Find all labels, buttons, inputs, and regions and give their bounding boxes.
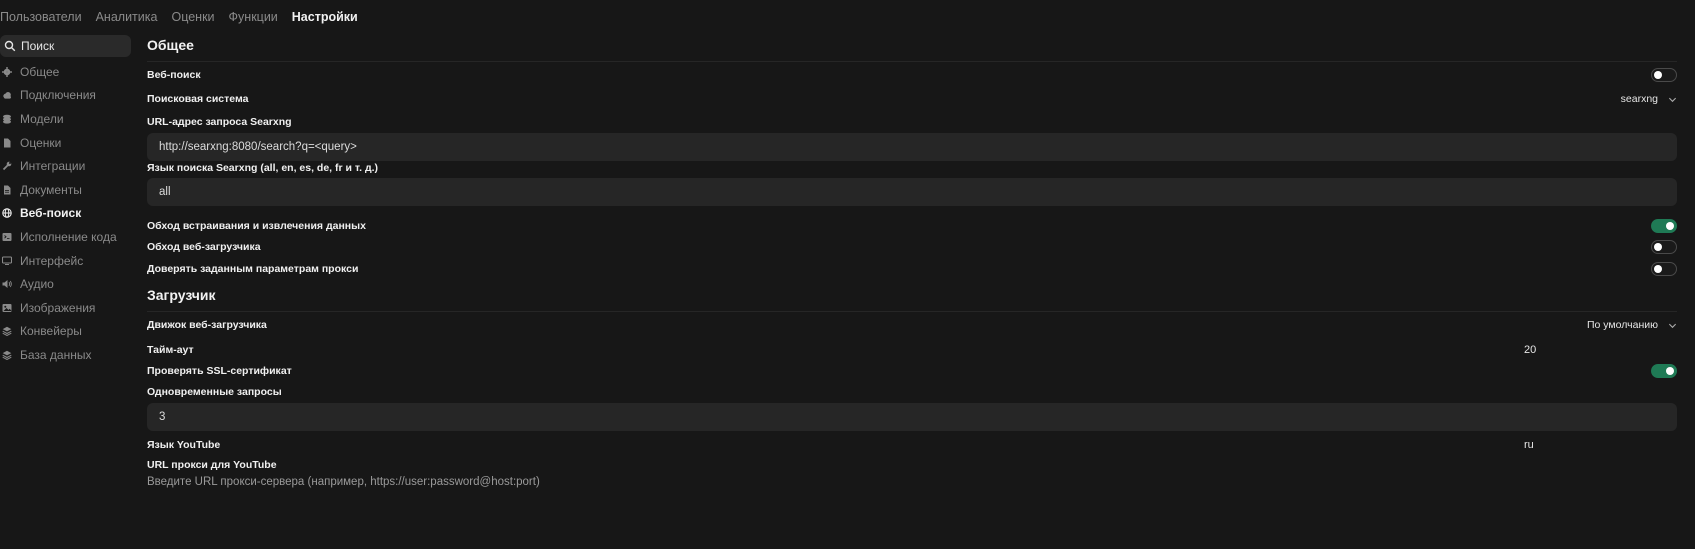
youtube-proxy-label: URL прокси для YouTube [147, 459, 277, 471]
sidebar-item-label: Интеграции [20, 159, 86, 174]
verify-ssl-toggle[interactable] [1651, 364, 1677, 378]
sidebar-item-label: Модели [20, 111, 64, 126]
sidebar-item-integrations[interactable]: Интеграции [0, 154, 131, 178]
gear-icon [2, 66, 12, 77]
bypass-loader-label: Обход веб-загрузчика [147, 241, 261, 253]
sidebar-search[interactable]: Поиск [0, 35, 131, 57]
loader-engine-select[interactable]: По умолчанию [1587, 319, 1677, 331]
web-search-row: Веб-поиск [147, 68, 1677, 82]
bypass-loader-row: Обход веб-загрузчика [147, 240, 1677, 254]
settings-sidebar: Поиск Общее Подключения Модели Оценки Ин… [0, 35, 131, 367]
sidebar-item-evaluations[interactable]: Оценки [0, 131, 131, 155]
toggle-knob [1666, 222, 1674, 230]
cube-stack-icon [2, 114, 12, 124]
image-icon [2, 303, 12, 313]
cloud-icon [2, 90, 12, 100]
monitor-icon [2, 255, 12, 266]
sidebar-item-label: Веб-поиск [20, 206, 82, 221]
search-icon [4, 40, 16, 52]
tab-evaluations[interactable]: Оценки [171, 10, 214, 24]
sidebar-item-label: Исполнение кода [20, 229, 117, 244]
sidebar-item-label: Конвейеры [20, 324, 82, 339]
bypass-loader-toggle[interactable] [1651, 240, 1677, 254]
web-search-settings: Общее Веб-поиск Поисковая система searxn… [147, 35, 1677, 488]
loader-engine-row: Движок веб-загрузчика По умолчанию [147, 318, 1677, 332]
searxng-url-input[interactable]: http://searxng:8080/search?q=<query> [147, 133, 1677, 161]
trust-proxy-label: Доверять заданным параметрам прокси [147, 263, 359, 275]
youtube-language-label: Язык YouTube [147, 439, 221, 451]
sidebar-item-models[interactable]: Модели [0, 107, 131, 131]
sidebar-item-web-search[interactable]: Веб-поиск [0, 202, 131, 226]
sidebar-item-label: Оценки [20, 135, 62, 150]
searxng-language-input[interactable]: all [147, 178, 1677, 206]
sidebar-item-label: Изображения [20, 300, 96, 315]
timeout-row: Тайм-аут 20 [147, 343, 1677, 357]
web-search-toggle[interactable] [1651, 68, 1677, 82]
toggle-knob [1654, 71, 1662, 79]
sidebar-item-connections[interactable]: Подключения [0, 84, 131, 108]
toggle-knob [1654, 265, 1662, 273]
chevron-down-icon [1668, 97, 1677, 102]
tab-analytics[interactable]: Аналитика [96, 10, 158, 24]
toggle-knob [1654, 243, 1662, 251]
web-search-label: Веб-поиск [147, 69, 201, 81]
sidebar-item-code-execution[interactable]: Исполнение кода [0, 225, 131, 249]
sidebar-item-database[interactable]: База данных [0, 343, 131, 367]
tab-functions[interactable]: Функции [229, 10, 278, 24]
loader-engine-value: По умолчанию [1586, 319, 1658, 331]
sidebar-nav: Общее Подключения Модели Оценки Интеграц… [0, 60, 131, 367]
sidebar-item-general[interactable]: Общее [0, 60, 131, 84]
search-label: Поиск [21, 39, 55, 53]
speaker-icon [2, 279, 12, 289]
sidebar-item-images[interactable]: Изображения [0, 296, 131, 320]
divider [147, 311, 1677, 312]
timeout-input[interactable]: 20 [1524, 344, 1536, 356]
document-icon [2, 138, 12, 148]
wrench-icon [2, 161, 12, 171]
trust-proxy-row: Доверять заданным параметрам прокси [147, 262, 1677, 276]
concurrent-requests-input[interactable]: 3 [147, 403, 1677, 431]
loader-engine-label: Движок веб-загрузчика [147, 319, 267, 331]
divider [147, 61, 1677, 62]
bypass-embedding-toggle[interactable] [1651, 219, 1677, 233]
search-engine-select[interactable]: searxng [1621, 93, 1677, 105]
sidebar-item-label: Общее [20, 64, 60, 79]
verify-ssl-row: Проверять SSL-сертификат [147, 364, 1677, 378]
top-tabs: Пользователи Аналитика Оценки Функции На… [0, 10, 358, 24]
concurrent-requests-label: Одновременные запросы [147, 386, 282, 398]
search-engine-value: searxng [1620, 93, 1658, 105]
section-title-loader: Загрузчик [147, 287, 216, 303]
toggle-knob [1666, 367, 1674, 375]
tab-settings[interactable]: Настройки [292, 10, 358, 24]
sidebar-item-documents[interactable]: Документы [0, 178, 131, 202]
bypass-embedding-row: Обход встраивания и извлечения данных [147, 219, 1677, 233]
youtube-proxy-input[interactable]: Введите URL прокси-сервера (например, ht… [147, 476, 1677, 488]
section-title-general: Общее [147, 37, 194, 53]
sidebar-item-label: База данных [20, 347, 92, 362]
sidebar-item-pipelines[interactable]: Конвейеры [0, 320, 131, 344]
searxng-language-label: Язык поиска Searxng (all, en, es, de, fr… [147, 162, 379, 174]
document-text-icon [2, 185, 12, 195]
chevron-down-icon [1668, 323, 1677, 328]
youtube-language-input[interactable]: ru [1524, 439, 1534, 451]
timeout-label: Тайм-аут [147, 344, 194, 356]
verify-ssl-label: Проверять SSL-сертификат [147, 365, 292, 377]
sidebar-item-audio[interactable]: Аудио [0, 272, 131, 296]
search-engine-row: Поисковая система searxng [147, 92, 1677, 106]
trust-proxy-toggle[interactable] [1651, 262, 1677, 276]
terminal-icon [2, 232, 12, 242]
bypass-embedding-label: Обход встраивания и извлечения данных [147, 220, 366, 232]
youtube-language-row: Язык YouTube ru [147, 438, 1677, 452]
database-icon [2, 350, 12, 360]
layers-icon [2, 326, 12, 337]
sidebar-item-label: Документы [20, 182, 82, 197]
globe-icon [2, 208, 12, 219]
searxng-url-label: URL-адрес запроса Searxng [147, 116, 292, 128]
tab-users[interactable]: Пользователи [0, 10, 82, 24]
search-engine-label: Поисковая система [147, 93, 249, 105]
sidebar-item-label: Подключения [20, 88, 96, 103]
sidebar-item-label: Аудио [20, 277, 54, 292]
sidebar-item-label: Интерфейс [20, 253, 84, 268]
sidebar-item-interface[interactable]: Интерфейс [0, 249, 131, 273]
